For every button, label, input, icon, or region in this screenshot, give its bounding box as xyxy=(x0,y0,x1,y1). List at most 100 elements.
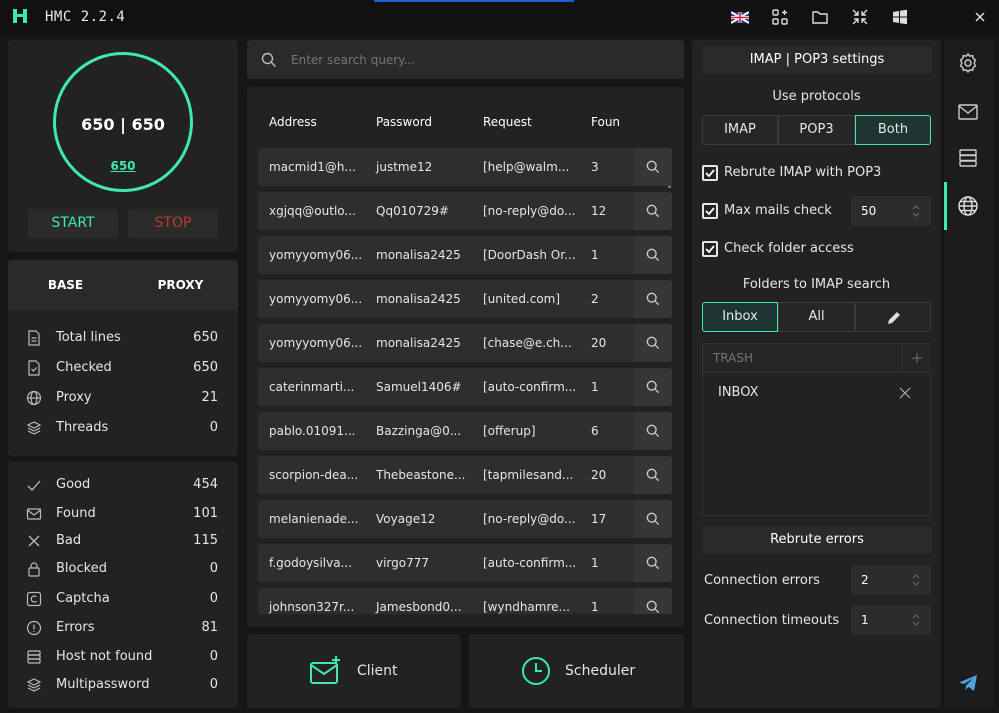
max-mails-checkbox[interactable] xyxy=(702,203,718,219)
folder-name-input[interactable] xyxy=(703,344,903,373)
stepper-arrows-icon[interactable] xyxy=(911,573,921,587)
folder-tab-inbox[interactable]: Inbox xyxy=(702,302,778,332)
folder-tab-all[interactable]: All xyxy=(778,302,855,332)
rebrute-imap-checkbox[interactable] xyxy=(702,165,718,181)
stat-label: Host not found xyxy=(56,649,153,664)
cell-found: 20 xyxy=(591,336,607,350)
row-search-button[interactable] xyxy=(634,368,672,406)
stepper-arrows-icon[interactable] xyxy=(911,204,921,218)
max-mails-stepper[interactable]: 50 xyxy=(851,196,931,226)
row-search-button[interactable] xyxy=(634,236,672,274)
cell-found: 12 xyxy=(591,204,607,218)
folder-edit-button[interactable] xyxy=(855,302,931,332)
cell-address: yomyyomy06... xyxy=(269,336,363,350)
stepper-arrows-icon[interactable] xyxy=(911,613,921,627)
cell-password: monalisa2425 xyxy=(376,336,461,350)
folders-title: Folders to IMAP search xyxy=(742,277,891,292)
clock-icon xyxy=(522,657,550,685)
table-row[interactable]: caterinmarti... Samuel1406# [auto-confirm.… xyxy=(258,368,672,406)
table-row[interactable]: johnson327r... Jamesbond0... [wyndhamre...… xyxy=(258,588,672,614)
row-search-button[interactable] xyxy=(634,192,672,230)
search-icon xyxy=(646,424,660,438)
database-icon[interactable] xyxy=(957,147,979,169)
search-icon xyxy=(646,336,660,350)
mail-icon[interactable] xyxy=(957,101,979,123)
search-icon xyxy=(646,468,660,482)
row-search-button[interactable] xyxy=(634,280,672,318)
server-icon xyxy=(26,649,42,665)
cell-password: Bazzinga@0... xyxy=(376,424,462,438)
telegram-icon[interactable] xyxy=(957,672,979,694)
row-search-button[interactable] xyxy=(634,324,672,362)
cell-request: [no-reply@do... xyxy=(483,512,576,526)
rebrute-errors-title: Rebrute errors xyxy=(702,526,932,554)
row-search-button[interactable] xyxy=(634,412,672,450)
cell-found: 3 xyxy=(591,160,599,174)
conn-timeouts-stepper[interactable]: 1 xyxy=(851,605,931,635)
client-button[interactable]: Client xyxy=(247,634,461,708)
cell-address: yomyyomy06... xyxy=(269,248,363,262)
cell-password: Jamesbond0... xyxy=(376,600,462,614)
globe-icon[interactable] xyxy=(957,195,979,217)
protocol-both[interactable]: Both xyxy=(855,115,931,145)
cell-request: [auto-confirm... xyxy=(483,556,577,570)
use-protocols-label: Use protocols xyxy=(772,89,861,104)
row-search-button[interactable] xyxy=(634,456,672,494)
table-row[interactable]: f.godoysilva... virgo777 [auto-confirm... 1 xyxy=(258,544,672,582)
table-row[interactable]: scorpion-dea... Thebeastone... [tapmilesan… xyxy=(258,456,672,494)
conn-timeouts-value: 1 xyxy=(861,613,869,627)
conn-errors-stepper[interactable]: 2 xyxy=(851,565,931,595)
search-icon xyxy=(646,292,660,306)
cell-password: Voyage12 xyxy=(376,512,436,526)
cell-request: [no-reply@do... xyxy=(483,204,576,218)
cell-address: yomyyomy06... xyxy=(269,292,363,306)
table-row[interactable]: pablo.01091... Bazzinga@0... [offerup] 6 xyxy=(258,412,672,450)
cell-address: melanienade... xyxy=(269,512,359,526)
remove-folder-icon[interactable] xyxy=(899,387,911,399)
search-icon xyxy=(646,556,660,570)
error-icon xyxy=(26,620,42,636)
search-icon xyxy=(646,512,660,526)
cell-address: johnson327r... xyxy=(269,600,355,614)
table-row[interactable]: yomyyomy06... monalisa2425 [united.com] 2 xyxy=(258,280,672,318)
settings-gear-icon[interactable] xyxy=(957,52,979,74)
cell-password: Samuel1406# xyxy=(376,380,462,394)
cell-found: 1 xyxy=(591,600,599,614)
cell-password: Qq010729# xyxy=(376,204,449,218)
conn-errors-label: Connection errors xyxy=(704,573,820,588)
search-icon xyxy=(646,600,660,614)
row-search-button[interactable] xyxy=(634,544,672,582)
stat-label: Multipassword xyxy=(56,677,150,692)
scheduler-label: Scheduler xyxy=(565,663,636,679)
stat-errors: Errors 81 xyxy=(24,618,220,638)
cell-request: [help@walm... xyxy=(483,160,570,174)
table-row[interactable]: xgjqq@outlo... Qq010729# [no-reply@do... 12 xyxy=(258,192,672,230)
table-row[interactable]: macmid1@h... justme12 [help@walm... 3 xyxy=(258,148,672,186)
client-label: Client xyxy=(357,663,398,679)
max-mails-value: 50 xyxy=(861,204,877,218)
cell-address: scorpion-dea... xyxy=(269,468,359,482)
cell-address: pablo.01091... xyxy=(269,424,356,438)
cell-request: [DoorDash Or... xyxy=(483,248,576,262)
row-search-button[interactable] xyxy=(634,500,672,538)
folder-item-inbox[interactable]: INBOX xyxy=(718,385,759,400)
scheduler-button[interactable]: Scheduler xyxy=(469,634,684,708)
add-folder-button[interactable]: + xyxy=(902,344,931,373)
protocol-imap[interactable]: IMAP xyxy=(702,115,778,145)
pencil-icon xyxy=(888,312,900,324)
right-sidebar xyxy=(944,40,994,708)
table-row[interactable]: melanienade... Voyage12 [no-reply@do... 17 xyxy=(258,500,672,538)
conn-errors-value: 2 xyxy=(861,573,869,587)
protocol-pop3[interactable]: POP3 xyxy=(778,115,855,145)
row-search-button[interactable] xyxy=(634,588,672,614)
cell-password: monalisa2425 xyxy=(376,292,461,306)
sidebar-active-indicator xyxy=(944,182,947,230)
cell-found: 1 xyxy=(591,248,599,262)
check-folder-checkbox[interactable] xyxy=(702,241,718,257)
table-row[interactable]: yomyyomy06... monalisa2425 [chase@e.ch... 2… xyxy=(258,324,672,362)
conn-timeouts-label: Connection timeouts xyxy=(704,613,840,628)
row-search-button[interactable] xyxy=(634,148,672,186)
cell-found: 6 xyxy=(591,424,599,438)
table-row[interactable]: yomyyomy06... monalisa2425 [DoorDash Or...… xyxy=(258,236,672,274)
search-icon xyxy=(646,160,660,174)
